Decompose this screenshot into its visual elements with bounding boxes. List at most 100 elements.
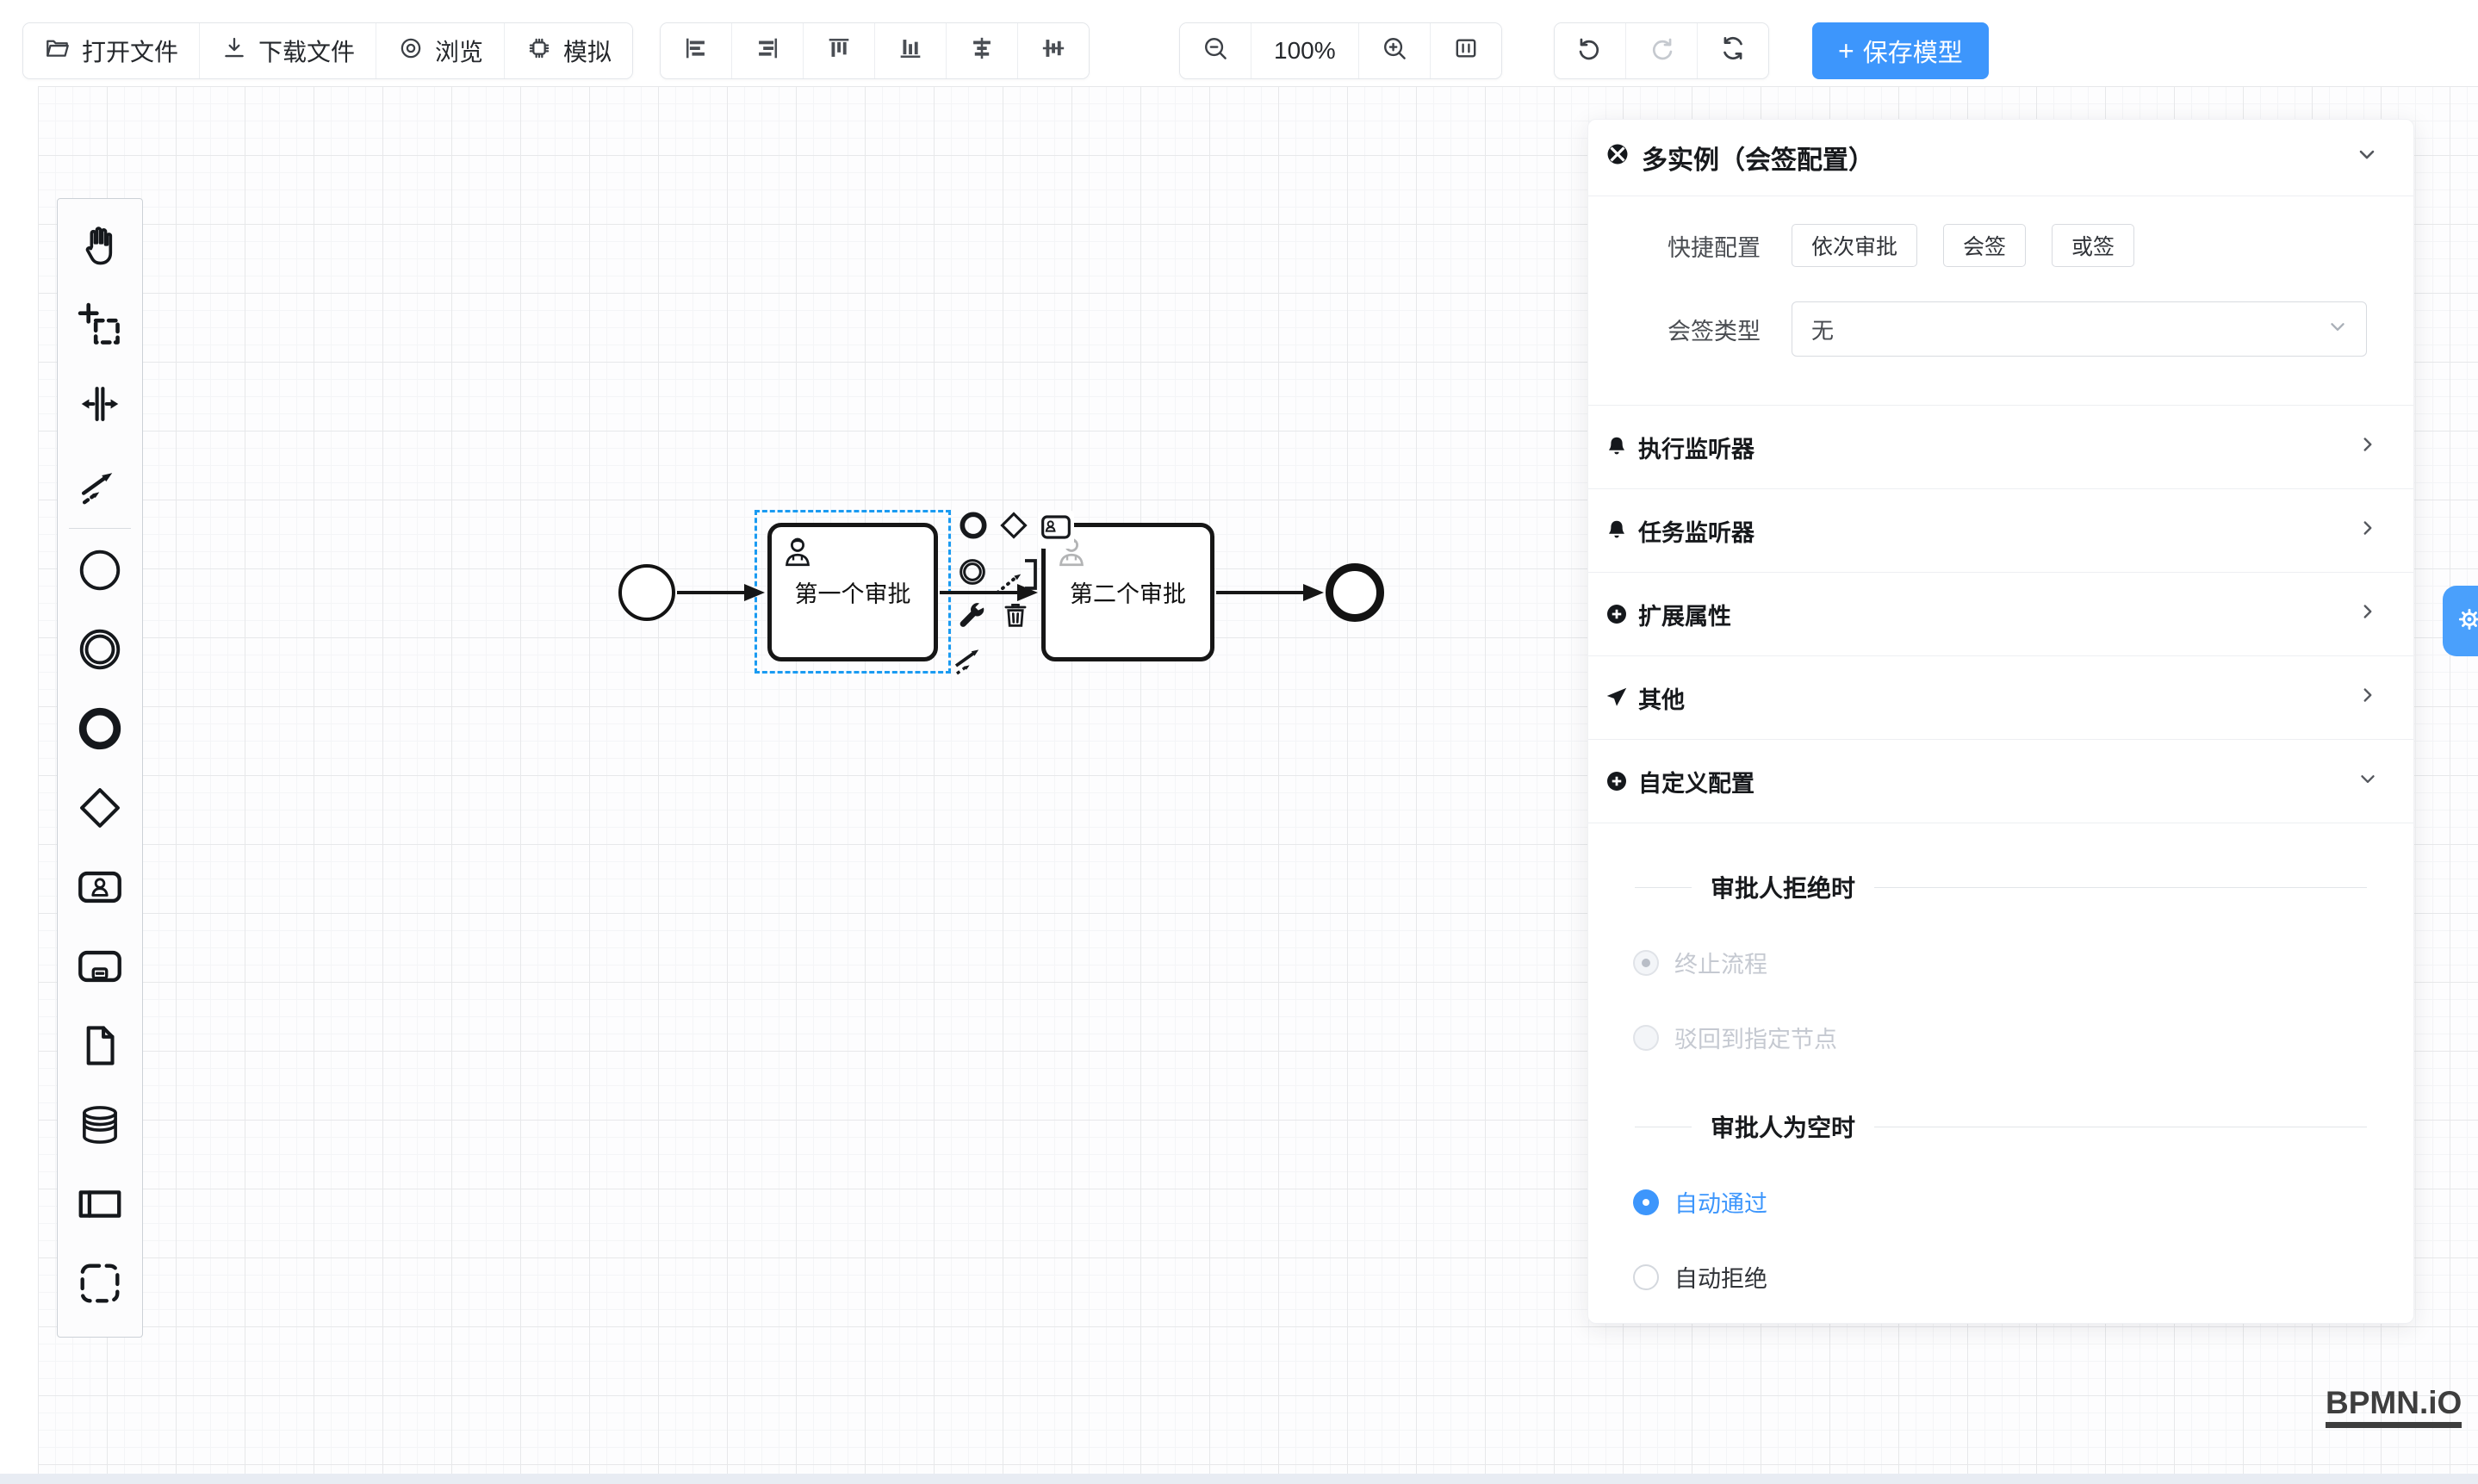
chevron-down-icon — [2355, 142, 2379, 173]
lasso-tool-icon — [75, 300, 125, 354]
undo-button[interactable] — [1555, 23, 1626, 78]
save-model-label: 保存模型 — [1863, 33, 1963, 69]
create-group[interactable] — [58, 1245, 142, 1325]
open-file-button[interactable]: 打开文件 — [23, 23, 200, 78]
create-user-task[interactable] — [58, 849, 142, 928]
end-event-node[interactable] — [1326, 563, 1384, 622]
task-label: 第二个审批 — [1070, 575, 1186, 609]
space-tool-icon — [75, 379, 125, 433]
preview-button[interactable]: 浏览 — [376, 23, 505, 78]
redo-button[interactable] — [1626, 23, 1698, 78]
align-center-horizontal-button[interactable] — [947, 23, 1018, 78]
radio-label: 驳回到指定节点 — [1674, 1021, 1837, 1054]
align-center-vertical-button[interactable] — [1018, 23, 1089, 78]
align-left-button[interactable] — [661, 23, 732, 78]
connect-icon[interactable] — [952, 637, 991, 680]
chevron-right-icon — [2357, 433, 2379, 462]
create-data-store[interactable] — [58, 1087, 142, 1166]
create-group-icon — [75, 1258, 125, 1313]
change-type-icon[interactable] — [953, 598, 988, 636]
create-gateway-icon — [75, 783, 125, 837]
multi-instance-header[interactable]: 多实例（会签配置） — [1588, 120, 2413, 196]
start-event-node[interactable] — [618, 564, 675, 621]
section-label: 执行监听器 — [1638, 431, 1754, 464]
reset-icon — [1718, 34, 1748, 69]
align-center-horizontal-icon — [967, 34, 997, 69]
create-participant[interactable] — [58, 1166, 142, 1245]
radio-terminate-process[interactable]: 终止流程 — [1633, 946, 2413, 979]
download-file-button[interactable]: 下载文件 — [200, 23, 376, 78]
save-model-button[interactable]: + 保存模型 — [1812, 22, 1989, 79]
hand-tool[interactable] — [58, 208, 142, 287]
quick-option-countersign[interactable]: 会签 — [1943, 224, 2026, 267]
radio-auto-pass[interactable]: 自动通过 — [1633, 1185, 2413, 1219]
zoom-in-icon — [1380, 34, 1409, 69]
gear-icon — [2454, 604, 2478, 639]
radio-icon — [1633, 1264, 1659, 1290]
quick-config-row: 快捷配置 依次审批 会签 或签 — [1588, 224, 2413, 267]
fit-viewport-icon — [1451, 34, 1481, 69]
section-custom-config[interactable]: 自定义配置 — [1588, 740, 2413, 823]
palette-separator — [69, 528, 131, 529]
radio-return-to-node[interactable]: 驳回到指定节点 — [1633, 1021, 2413, 1054]
create-end-event[interactable] — [58, 691, 142, 770]
append-text-annotation-icon[interactable] — [992, 553, 1040, 602]
divider — [1874, 887, 2367, 888]
simulate-button[interactable]: 模拟 — [505, 23, 632, 78]
quick-option-sequential[interactable]: 依次审批 — [1792, 224, 1917, 267]
align-bottom-button[interactable] — [875, 23, 947, 78]
create-participant-icon — [75, 1179, 125, 1233]
plus-circle-icon — [1604, 768, 1630, 794]
append-intermediate-event-icon[interactable] — [955, 555, 990, 593]
empty-group-title: 审批人为空时 — [1711, 1109, 1855, 1144]
create-intermediate-event[interactable] — [58, 612, 142, 691]
create-start-event[interactable] — [58, 532, 142, 612]
section-execution-listener[interactable]: 执行监听器 — [1588, 406, 2413, 489]
bell-icon — [1604, 518, 1630, 543]
bpmn-io-logo[interactable]: BPMN.iO — [2326, 1385, 2462, 1428]
radio-auto-reject[interactable]: 自动拒绝 — [1633, 1260, 2413, 1294]
create-intermediate-event-icon — [75, 624, 125, 679]
create-data-object[interactable] — [58, 1008, 142, 1087]
section-extended-properties[interactable]: 扩展属性 — [1588, 573, 2413, 656]
align-top-button[interactable] — [804, 23, 875, 78]
sign-type-value: 无 — [1811, 314, 1834, 345]
create-subprocess[interactable] — [58, 928, 142, 1008]
folder-open-icon — [44, 34, 71, 68]
section-label: 其他 — [1638, 681, 1685, 715]
hand-tool-icon — [75, 220, 125, 275]
zoom-in-button[interactable] — [1359, 23, 1431, 78]
section-task-listener[interactable]: 任务监听器 — [1588, 489, 2413, 573]
global-connect-tool[interactable] — [58, 445, 142, 525]
create-user-task-icon — [75, 862, 125, 916]
align-right-button[interactable] — [732, 23, 804, 78]
fit-viewport-button[interactable] — [1431, 23, 1501, 78]
sign-type-select[interactable]: 无 — [1792, 301, 2367, 357]
create-subprocess-icon — [75, 941, 125, 996]
bottom-scroll-strip[interactable] — [0, 1474, 2478, 1484]
lasso-tool[interactable] — [58, 287, 142, 366]
divider — [1635, 887, 1692, 888]
append-user-task-icon[interactable] — [1038, 510, 1074, 549]
quick-config-label: 快捷配置 — [1588, 229, 1761, 263]
quick-option-orsign[interactable]: 或签 — [2052, 224, 2134, 267]
task-node-first[interactable]: 第一个审批 — [767, 523, 938, 661]
reject-group-header: 审批人拒绝时 — [1635, 870, 2367, 904]
chevron-right-icon — [2357, 600, 2379, 629]
create-gateway[interactable] — [58, 770, 142, 849]
append-end-event-icon[interactable] — [956, 508, 991, 547]
zoom-out-button[interactable] — [1180, 23, 1251, 78]
radio-label: 自动拒绝 — [1674, 1260, 1767, 1294]
reset-icon-button[interactable] — [1698, 23, 1768, 78]
section-other[interactable]: 其他 — [1588, 656, 2413, 740]
align-toolbar-group — [660, 22, 1090, 79]
bpmn-editor: 打开文件 下载文件 浏览 模拟 100% — [0, 0, 2478, 1484]
align-center-vertical-icon — [1039, 34, 1068, 69]
empty-group-header: 审批人为空时 — [1635, 1109, 2367, 1144]
settings-fab[interactable] — [2443, 586, 2478, 656]
delete-icon[interactable] — [999, 598, 1032, 636]
align-top-icon — [824, 34, 854, 69]
append-gateway-icon[interactable] — [997, 508, 1031, 547]
section-label: 扩展属性 — [1638, 598, 1731, 631]
space-tool[interactable] — [58, 366, 142, 445]
